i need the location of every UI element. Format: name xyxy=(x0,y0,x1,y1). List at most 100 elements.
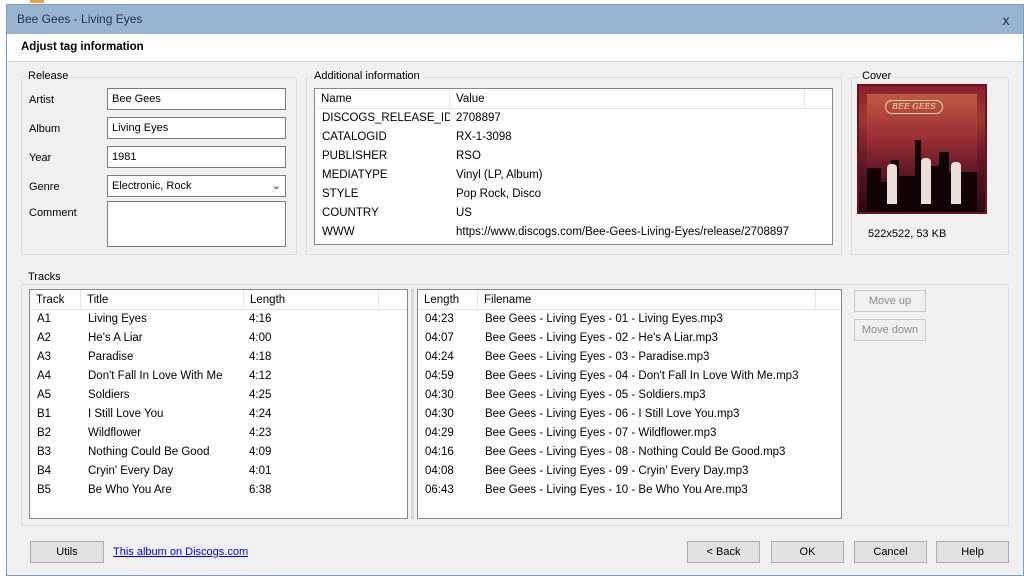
track-row[interactable]: B5 Be Who You Are 6:38 xyxy=(30,481,407,500)
info-value-cell: RSO xyxy=(456,150,481,162)
track-title-cell: Don't Fall In Love With Me xyxy=(88,370,223,382)
file-row[interactable]: 04:24 Bee Gees - Living Eyes - 03 - Parad… xyxy=(418,348,841,367)
cancel-button[interactable]: Cancel xyxy=(854,541,927,563)
track-number-cell: A5 xyxy=(37,389,52,401)
filename-cell: Bee Gees - Living Eyes - 07 - Wildflower… xyxy=(485,427,717,439)
file-row[interactable]: 04:29 Bee Gees - Living Eyes - 07 - Wildf… xyxy=(418,424,841,443)
info-row[interactable]: PUBLISHER RSO xyxy=(315,147,832,166)
track-length-cell: 4:25 xyxy=(249,389,272,401)
track-number-cell: A2 xyxy=(37,332,52,344)
splitter[interactable] xyxy=(411,289,414,519)
column-file-length[interactable]: Length xyxy=(418,290,478,310)
info-name-cell: CATALOGID xyxy=(322,131,387,143)
tracks-list[interactable]: Track Title Length A1 Living Eyes 4:16 A2 He… xyxy=(29,289,408,519)
discogs-link[interactable]: This album on Discogs.com xyxy=(113,546,248,558)
info-row[interactable]: DISCOGS_RELEASE_ID 2708897 xyxy=(315,109,832,128)
track-row[interactable]: A1 Living Eyes 4:16 xyxy=(30,310,407,329)
track-number-cell: A4 xyxy=(37,370,52,382)
track-row[interactable]: A2 He's A Liar 4:00 xyxy=(30,329,407,348)
track-title-cell: I Still Love You xyxy=(88,408,164,420)
file-row[interactable]: 06:43 Bee Gees - Living Eyes - 10 - Be Wh… xyxy=(418,481,841,500)
file-row[interactable]: 04:16 Bee Gees - Living Eyes - 08 - Nothi… xyxy=(418,443,841,462)
track-row[interactable]: A4 Don't Fall In Love With Me 4:12 xyxy=(30,367,407,386)
filename-cell: Bee Gees - Living Eyes - 06 - I Still Lo… xyxy=(485,408,740,420)
track-row[interactable]: A5 Soldiers 4:25 xyxy=(30,386,407,405)
file-length-cell: 04:24 xyxy=(425,351,454,363)
artist-label: Artist xyxy=(29,94,55,106)
info-row[interactable]: STYLE Pop Rock, Disco xyxy=(315,185,832,204)
track-number-cell: B5 xyxy=(37,484,52,496)
column-filename[interactable]: Filename xyxy=(478,290,816,310)
track-row[interactable]: B1 I Still Love You 4:24 xyxy=(30,405,407,424)
back-button[interactable]: < Back xyxy=(687,541,760,563)
track-number-cell: B3 xyxy=(37,446,52,458)
album-cover-image[interactable]: BEE GEES xyxy=(857,84,987,214)
move-down-button[interactable]: Move down xyxy=(854,319,926,341)
comment-field[interactable] xyxy=(107,201,286,247)
app-icon-fragment xyxy=(30,0,44,3)
track-length-cell: 6:38 xyxy=(249,484,272,496)
info-row[interactable]: MEDIATYPE Vinyl (LP, Album) xyxy=(315,166,832,185)
column-length[interactable]: Length xyxy=(244,290,379,310)
album-field[interactable]: Living Eyes xyxy=(107,117,286,139)
info-value-cell: 2708897 xyxy=(456,112,501,124)
track-row[interactable]: B2 Wildflower 4:23 xyxy=(30,424,407,443)
column-title[interactable]: Title xyxy=(81,290,244,310)
info-row[interactable]: CATALOGID RX-1-3098 xyxy=(315,128,832,147)
genre-label: Genre xyxy=(29,181,60,193)
help-button[interactable]: Help xyxy=(936,541,1009,563)
info-value-cell: https://www.discogs.com/Bee-Gees-Living-… xyxy=(456,226,790,238)
track-row[interactable]: B3 Nothing Could Be Good 4:09 xyxy=(30,443,407,462)
track-length-cell: 4:12 xyxy=(249,370,272,382)
close-icon: x xyxy=(1002,11,1010,28)
track-row[interactable]: B4 Cryin' Every Day 4:01 xyxy=(30,462,407,481)
genre-value: Electronic, Rock xyxy=(112,180,192,192)
artist-field[interactable]: Bee Gees xyxy=(107,88,286,110)
track-title-cell: Wildflower xyxy=(88,427,142,439)
track-row[interactable]: A3 Paradise 4:18 xyxy=(30,348,407,367)
track-title-cell: He's A Liar xyxy=(88,332,143,344)
info-value-cell: Vinyl (LP, Album) xyxy=(456,169,543,181)
info-name-cell: STYLE xyxy=(322,188,359,200)
cover-figure xyxy=(887,164,897,204)
genre-select[interactable]: Electronic, Rock ⌄ xyxy=(107,175,286,197)
file-row[interactable]: 04:23 Bee Gees - Living Eyes - 01 - Livin… xyxy=(418,310,841,329)
column-value[interactable]: Value xyxy=(450,89,805,109)
file-row[interactable]: 04:30 Bee Gees - Living Eyes - 06 - I Sti… xyxy=(418,405,841,424)
filename-cell: Bee Gees - Living Eyes - 03 - Paradise.m… xyxy=(485,351,710,363)
column-track[interactable]: Track xyxy=(30,290,81,310)
track-title-cell: Soldiers xyxy=(88,389,130,401)
file-row[interactable]: 04:07 Bee Gees - Living Eyes - 02 - He's … xyxy=(418,329,841,348)
comment-label: Comment xyxy=(29,207,77,219)
additional-info-list[interactable]: Name Value DISCOGS_RELEASE_ID 2708897 CATA… xyxy=(314,88,833,245)
chevron-down-icon: ⌄ xyxy=(271,180,281,192)
filename-cell: Bee Gees - Living Eyes - 05 - Soldiers.m… xyxy=(485,389,706,401)
info-row[interactable]: WWW https://www.discogs.com/Bee-Gees-Livi… xyxy=(315,223,832,242)
info-name-cell: DISCOGS_RELEASE_ID xyxy=(322,112,450,124)
track-length-cell: 4:23 xyxy=(249,427,272,439)
file-row[interactable]: 04:59 Bee Gees - Living Eyes - 04 - Don't… xyxy=(418,367,841,386)
info-row[interactable]: COUNTRY US xyxy=(315,204,832,223)
cover-building xyxy=(867,168,881,212)
close-button[interactable]: x xyxy=(989,5,1023,34)
files-list[interactable]: Length Filename 04:23 Bee Gees - Living E… xyxy=(417,289,842,519)
track-title-cell: Living Eyes xyxy=(88,313,147,325)
column-name[interactable]: Name xyxy=(315,89,450,109)
cover-building xyxy=(899,176,915,212)
info-name-cell: COUNTRY xyxy=(322,207,379,219)
dialog-heading: Adjust tag information xyxy=(21,41,144,53)
info-name-cell: MEDIATYPE xyxy=(322,169,388,181)
additional-info-label: Additional information xyxy=(312,70,422,82)
cover-logo: BEE GEES xyxy=(885,100,943,114)
track-number-cell: B2 xyxy=(37,427,52,439)
file-length-cell: 04:08 xyxy=(425,465,454,477)
file-row[interactable]: 04:30 Bee Gees - Living Eyes - 05 - Soldi… xyxy=(418,386,841,405)
file-row[interactable]: 04:08 Bee Gees - Living Eyes - 09 - Cryin… xyxy=(418,462,841,481)
cover-size-text: 522x522, 53 KB xyxy=(868,228,947,240)
move-up-button[interactable]: Move up xyxy=(854,290,926,312)
utils-button[interactable]: Utils xyxy=(30,541,104,563)
info-name-cell: WWW xyxy=(322,226,355,238)
ok-button[interactable]: OK xyxy=(771,541,844,563)
filename-cell: Bee Gees - Living Eyes - 08 - Nothing Co… xyxy=(485,446,786,458)
year-field[interactable]: 1981 xyxy=(107,146,286,168)
